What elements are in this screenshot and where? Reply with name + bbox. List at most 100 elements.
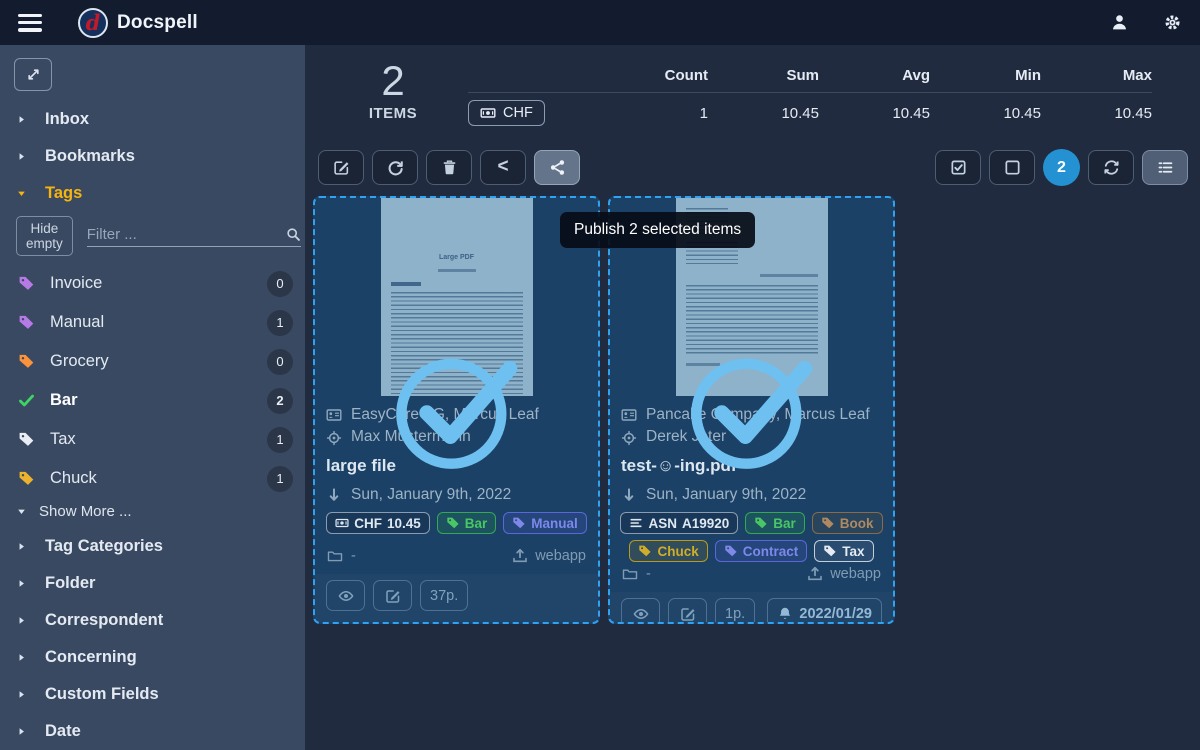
tag-icon [18, 353, 35, 370]
tag-icon [638, 544, 652, 558]
item-date-row: Sun, January 9th, 2022 [326, 484, 587, 506]
address-card-icon [621, 407, 637, 423]
tag-item-grocery[interactable]: Grocery 0 [0, 342, 305, 381]
tag-icon [18, 431, 35, 448]
chevron-right-icon [16, 114, 27, 125]
sync-icon [1103, 159, 1120, 176]
tag-icon [821, 516, 835, 530]
edit-item-button[interactable] [668, 598, 707, 624]
tag-icon [823, 544, 837, 558]
publish-share-button[interactable] [534, 150, 580, 185]
sidebar-item-concerning[interactable]: Concerning [0, 639, 305, 676]
check-icon [18, 392, 35, 409]
col-header-sum: Sum [708, 67, 819, 84]
preview-button[interactable] [326, 580, 365, 611]
redo-icon [387, 159, 404, 176]
search-icon [286, 227, 301, 242]
sidebar-item-bookmarks[interactable]: Bookmarks [0, 138, 305, 175]
hide-empty-button[interactable]: Hide empty [16, 216, 73, 256]
address-card-icon [326, 407, 342, 423]
tag-icon [446, 516, 460, 530]
concerning-row: Max Mustermann [326, 426, 587, 448]
amount-badge: CHF 10.45 [326, 512, 430, 534]
page-count-badge: 1p. [715, 598, 755, 624]
tag-item-tax[interactable]: Tax 1 [0, 420, 305, 459]
preview-button[interactable] [621, 598, 660, 624]
tag-filter-input[interactable] [87, 226, 286, 243]
stats-panel: 2 ITEMS Count Sum Avg Min Max [305, 58, 1200, 133]
cell-min: 10.45 [930, 105, 1041, 122]
upload-icon [512, 548, 528, 564]
user-icon[interactable] [1110, 13, 1129, 32]
sidebar-item-tags[interactable]: Tags [0, 175, 305, 212]
item-title: test-☺-ing.pdf [621, 456, 882, 476]
edit-selected-button[interactable] [318, 150, 364, 185]
tag-item-bar[interactable]: Bar 2 [0, 381, 305, 420]
item-count: 2 [333, 60, 453, 102]
tag-count-badge: 1 [267, 427, 293, 453]
sidebar-item-date[interactable]: Date [0, 713, 305, 750]
correspondent-row: EasyCare AG, Marcus Leaf [326, 404, 587, 426]
chevron-right-icon [16, 652, 27, 663]
item-card-list: Large PDF EasyCare AG, Marcus Leaf [313, 196, 1200, 624]
menu-icon[interactable] [18, 14, 42, 32]
item-card-test-ing-pdf[interactable]: Pancake Company, Marcus Leaf Derek Jeter… [608, 196, 895, 624]
merge-button[interactable]: < [480, 150, 526, 185]
tag-count-badge: 1 [267, 310, 293, 336]
list-view-button[interactable] [1142, 150, 1188, 185]
sidebar-item-correspondent[interactable]: Correspondent [0, 602, 305, 639]
publish-tooltip: Publish 2 selected items [560, 212, 755, 248]
currency-badge: CHF [468, 100, 545, 126]
tag-badge-bar[interactable]: Bar [745, 512, 805, 534]
tag-item-invoice[interactable]: Invoice 0 [0, 264, 305, 303]
tag-icon [512, 516, 526, 530]
tag-filter [87, 226, 301, 247]
share-icon [549, 159, 566, 176]
tag-badge-chuck[interactable]: Chuck [629, 540, 707, 562]
sidebar-item-tag-categories[interactable]: Tag Categories [0, 528, 305, 565]
cell-sum: 10.45 [708, 105, 819, 122]
item-card-large-file[interactable]: Large PDF EasyCare AG, Marcus Leaf [313, 196, 600, 624]
select-all-button[interactable] [935, 150, 981, 185]
tag-badge-tax[interactable]: Tax [814, 540, 873, 562]
tag-count-badge: 1 [267, 466, 293, 492]
item-title: large file [326, 456, 587, 476]
reprocess-button[interactable] [372, 150, 418, 185]
card-footer: - webapp [326, 544, 587, 570]
list-icon [629, 516, 643, 530]
sidebar: Inbox Bookmarks Tags Hide empty Invoice [0, 45, 305, 750]
tag-item-manual[interactable]: Manual 1 [0, 303, 305, 342]
edit-icon [333, 159, 350, 176]
col-header-max: Max [1041, 67, 1152, 84]
app-root: d Docspell Inbox Bookmarks Tags [0, 0, 1200, 750]
person-target-icon [621, 430, 637, 446]
tag-badge-bar[interactable]: Bar [437, 512, 497, 534]
tag-item-chuck[interactable]: Chuck 1 [0, 459, 305, 498]
col-header-avg: Avg [819, 67, 930, 84]
sidebar-item-folder[interactable]: Folder [0, 565, 305, 602]
person-target-icon [326, 430, 342, 446]
deselect-all-button[interactable] [989, 150, 1035, 185]
tag-badge-manual[interactable]: Manual [503, 512, 587, 534]
sidebar-item-inbox[interactable]: Inbox [0, 101, 305, 138]
folder-icon [622, 566, 638, 582]
bell-icon [777, 606, 793, 622]
eye-icon [633, 606, 649, 622]
money-icon [335, 516, 349, 530]
cell-count: 1 [597, 105, 708, 122]
expand-icon [26, 67, 41, 82]
expand-sidebar-button[interactable] [14, 58, 52, 91]
tag-badge-book[interactable]: Book [812, 512, 883, 534]
show-more-tags[interactable]: Show More ... [0, 498, 305, 528]
delete-button[interactable] [426, 150, 472, 185]
tag-icon [18, 275, 35, 292]
chevron-down-icon [16, 188, 27, 199]
tag-count-badge: 2 [267, 388, 293, 414]
sidebar-item-custom-fields[interactable]: Custom Fields [0, 676, 305, 713]
gear-icon[interactable] [1163, 13, 1182, 32]
exit-select-mode-button[interactable] [1088, 150, 1134, 185]
edit-item-button[interactable] [373, 580, 412, 611]
tag-badge-contract[interactable]: Contract [715, 540, 808, 562]
chevron-down-icon [16, 506, 27, 517]
money-icon [480, 105, 496, 121]
